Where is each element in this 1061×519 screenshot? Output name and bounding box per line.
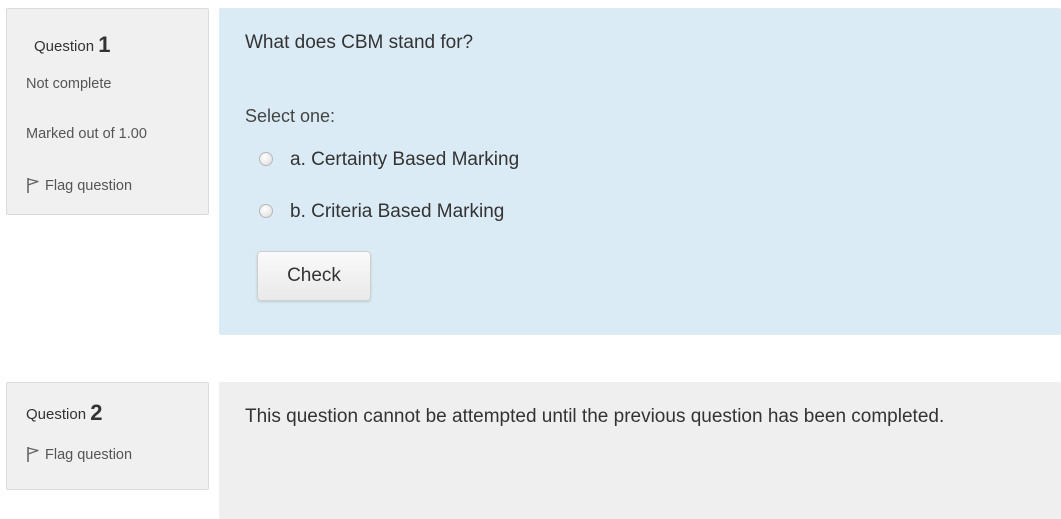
flag-question-link[interactable]: Flag question xyxy=(26,446,132,463)
question-1-content: What does CBM stand for? Select one: a. … xyxy=(219,8,1061,335)
question-grade: Marked out of 1.00 xyxy=(26,126,147,142)
answer-option-a[interactable]: a. Certainty Based Marking xyxy=(259,149,519,171)
question-1-number: Question 1 xyxy=(34,32,110,58)
blocked-message: This question cannot be attempted until … xyxy=(245,406,945,427)
flag-question-label: Flag question xyxy=(45,447,133,463)
check-button[interactable]: Check xyxy=(257,251,371,301)
flag-icon xyxy=(27,447,39,462)
question-number: 2 xyxy=(90,400,103,425)
flag-question-label: Flag question xyxy=(45,178,133,194)
question-text: What does CBM stand for? xyxy=(245,32,474,53)
flag-icon xyxy=(27,178,39,193)
question-state: Not complete xyxy=(26,76,112,92)
question-1-info: Question 1 Not complete Marked out of 1.… xyxy=(6,8,209,215)
question-2-content: This question cannot be attempted until … xyxy=(219,382,1061,519)
quiz-page: Question 1 Not complete Marked out of 1.… xyxy=(0,0,1061,519)
answer-prompt: Select one: xyxy=(245,106,336,126)
question-number: 1 xyxy=(98,32,111,57)
question-label: Question xyxy=(26,406,87,423)
radio-button[interactable] xyxy=(259,152,273,166)
answer-label: a. Certainty Based Marking xyxy=(290,149,520,170)
question-2-info: Question 2 Flag question xyxy=(6,382,209,490)
radio-button[interactable] xyxy=(259,204,273,218)
answer-label: b. Criteria Based Marking xyxy=(290,201,505,222)
question-label: Question xyxy=(34,38,95,55)
answer-option-b[interactable]: b. Criteria Based Marking xyxy=(259,201,504,223)
question-2-number: Question 2 xyxy=(26,400,102,426)
flag-question-link[interactable]: Flag question xyxy=(26,177,132,194)
